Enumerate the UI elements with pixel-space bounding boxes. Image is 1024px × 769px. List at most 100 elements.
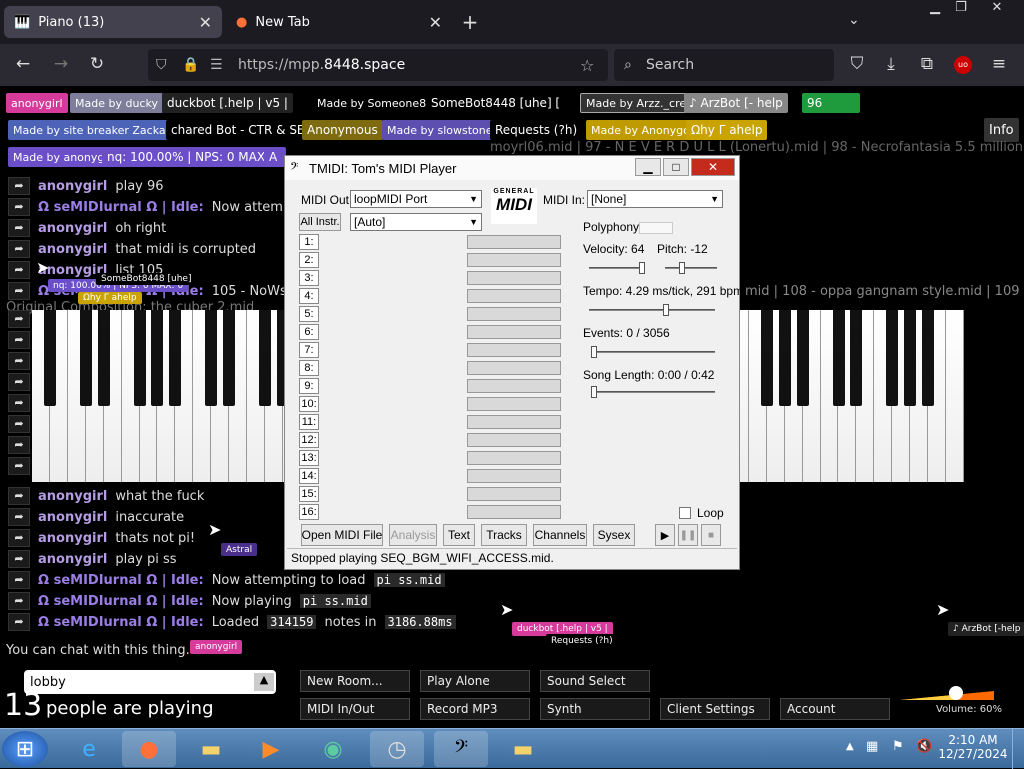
pitch-slider[interactable] [665,262,717,274]
instrument-select[interactable]: [Auto] ▼ [350,213,482,231]
reply-icon[interactable]: ➦ [8,373,30,391]
sysex-button[interactable]: Sysex [593,524,635,546]
record-mp3-button[interactable]: Record MP3 [420,698,530,720]
tab-new[interactable]: ● New Tab ✕ [226,6,452,38]
all-instr-button[interactable]: All Instr. [299,213,341,231]
channel-toggle[interactable]: 15: [299,486,319,502]
tempo-slider[interactable] [589,304,715,316]
loop-checkbox[interactable] [679,507,691,519]
start-button[interactable]: ⊞ [2,731,48,767]
reply-icon[interactable]: ➦ [8,592,30,610]
reply-icon[interactable]: ➦ [8,177,30,195]
black-key[interactable] [886,310,899,406]
black-key[interactable] [97,310,110,406]
file-explorer-icon[interactable]: ▬ [184,731,238,767]
channel-toggle[interactable]: 1: [299,234,319,250]
show-hidden-icons[interactable]: ▲ [846,741,854,752]
reload-icon[interactable]: ↻ [86,54,108,76]
channel-toggle[interactable]: 7: [299,342,319,358]
black-key[interactable] [922,310,935,406]
tmidi-maximize-button[interactable]: □ [663,158,689,176]
url-bar[interactable]: ⛉ 🔒 ☰ https://mpp. 8448.space ☆ [148,49,608,81]
room-select[interactable]: lobby ▲ [24,670,276,694]
pause-button[interactable]: ❚❚ [678,524,698,546]
channel-toggle[interactable]: 13: [299,450,319,466]
black-key[interactable] [223,310,236,406]
restore-icon[interactable]: ❐ [944,0,978,20]
pitch-slider-thumb[interactable] [679,262,685,274]
black-key[interactable] [259,310,271,406]
channel-toggle[interactable]: 3: [299,270,319,286]
lock-icon[interactable]: 🔒 [182,57,199,73]
user-pill[interactable]: Ωhy Γ ahelp [686,120,768,140]
channel-toggle[interactable]: 10: [299,396,319,412]
user-pill[interactable]: SomeBot8448 [uhe] [ [426,93,566,113]
permissions-icon[interactable]: ☰ [210,57,223,73]
bookmark-star-icon[interactable]: ☆ [580,56,594,75]
stop-button[interactable]: ■ [701,524,721,546]
reply-icon[interactable]: ➦ [8,613,30,631]
info-button[interactable]: Info [984,118,1019,142]
reply-icon[interactable]: ➦ [8,240,30,258]
user-pill[interactable]: Anonymous [302,120,383,140]
pocket-icon[interactable]: ⛉ [846,54,868,76]
firefox-icon[interactable]: ● [122,731,176,767]
sound-select-button[interactable]: Sound Select [540,670,650,692]
extensions-icon[interactable]: ⧉ [916,54,938,76]
channel-toggle[interactable]: 11: [299,414,319,430]
reply-icon[interactable]: ➦ [8,529,30,547]
user-pill[interactable]: duckbot [.help | v5 | [162,93,293,113]
black-key[interactable] [169,310,182,406]
play-alone-button[interactable]: Play Alone [420,670,530,692]
internet-explorer-icon[interactable]: e [62,731,116,767]
open-midi-file-button[interactable]: Open MIDI File [301,524,383,546]
back-icon[interactable]: ← [12,54,34,76]
volume-muted-icon[interactable]: 🔇 [916,739,932,754]
channels-button[interactable]: Channels [533,524,587,546]
clock-app-icon[interactable]: ◷ [370,731,424,767]
menu-icon[interactable]: ≡ [988,54,1010,76]
velocity-slider-thumb[interactable] [639,262,645,274]
list-tabs-icon[interactable]: ⌄ [848,12,860,28]
user-pill[interactable]: Requests (?h) [490,120,583,140]
ublock-icon[interactable]: uo [954,56,972,74]
synth-button[interactable]: Synth [540,698,650,720]
reply-icon[interactable]: ➦ [8,219,30,237]
black-key[interactable] [832,310,845,406]
reply-icon[interactable]: ➦ [8,436,30,454]
user-pill[interactable]: anonygirl [6,93,68,113]
clock[interactable]: 2:10 AM 12/27/2024 [938,733,1008,761]
black-key[interactable] [79,310,92,406]
black-key[interactable] [796,310,809,406]
reply-icon[interactable]: ➦ [8,508,30,526]
reply-icon[interactable]: ➦ [8,394,30,412]
channel-toggle[interactable]: 14: [299,468,319,484]
black-key[interactable] [133,310,146,406]
velocity-slider[interactable] [589,262,645,274]
black-key[interactable] [778,310,791,406]
user-pill[interactable]: chared Bot - CTR & SB [166,120,311,140]
user-pill-tag[interactable]: Made by ducky [70,93,163,113]
channel-toggle[interactable]: 6: [299,324,319,340]
reply-icon[interactable]: ➦ [8,487,30,505]
shield-icon[interactable]: ⛉ [156,57,167,73]
reply-icon[interactable]: ➦ [8,310,30,328]
channel-toggle[interactable]: 2: [299,252,319,268]
reply-icon[interactable]: ➦ [8,571,30,589]
tmidi-close-button[interactable]: ✕ [691,158,735,176]
new-room-button[interactable]: New Room... [300,670,410,692]
reply-icon[interactable]: ➦ [8,198,30,216]
midi-out-select[interactable]: loopMIDI Port ▼ [350,190,482,208]
close-window-icon[interactable]: ✕ [980,0,1014,20]
text-button[interactable]: Text [443,524,475,546]
analysis-button[interactable]: Analysis [389,524,437,546]
events-slider-thumb[interactable] [591,346,597,358]
reply-icon[interactable]: ➦ [8,331,30,349]
channel-toggle[interactable]: 4: [299,288,319,304]
user-pill[interactable]: 96 [802,93,860,113]
downloads-icon[interactable]: ⤓ [880,54,902,76]
client-settings-button[interactable]: Client Settings [660,698,770,720]
reply-icon[interactable]: ➦ [8,352,30,370]
black-key[interactable] [151,310,164,406]
show-desktop-button[interactable] [1012,729,1024,769]
